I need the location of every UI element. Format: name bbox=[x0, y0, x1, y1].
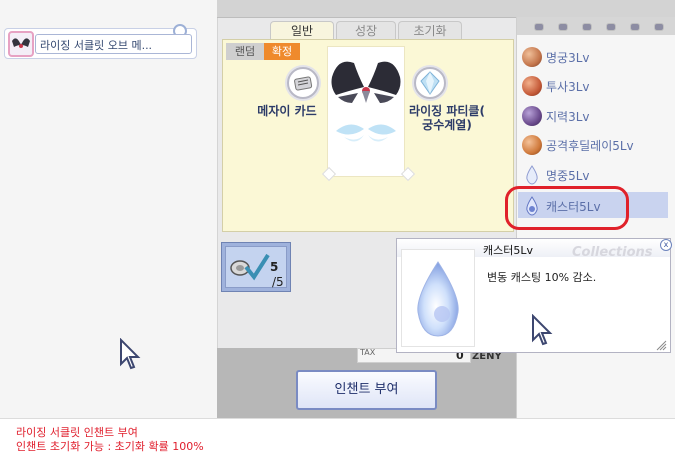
item-card[interactable]: 라이징 서클릿 오브 메... bbox=[4, 24, 197, 59]
enchant-count-total: /5 bbox=[272, 275, 284, 289]
enchant-panel: 랜덤 확정 메자이 카드 라이징 파티클(궁수계열) bbox=[222, 39, 514, 232]
mode-random-button[interactable]: 랜덤 bbox=[226, 43, 264, 60]
orb-icon bbox=[522, 106, 542, 126]
selection-highlight bbox=[505, 186, 629, 230]
check-icon bbox=[230, 253, 270, 281]
option-label: 지력3Lv bbox=[546, 110, 590, 124]
close-icon[interactable]: x bbox=[660, 239, 672, 251]
tab-reset[interactable]: 초기화 bbox=[398, 21, 462, 40]
tooltip-title: 캐스터5Lv bbox=[483, 244, 533, 257]
status-message: 인챈트 초기화 가능 : 초기화 확률 100% bbox=[16, 440, 204, 453]
option-item-intelligence[interactable]: 지력3Lv bbox=[518, 102, 668, 130]
option-item-accuracy[interactable]: 명중5Lv bbox=[518, 161, 668, 189]
card-slot-label: 메자이 카드 bbox=[257, 104, 317, 118]
option-item-fighter[interactable]: 투사3Lv bbox=[518, 72, 668, 100]
header-dot-icon bbox=[606, 23, 616, 31]
circlet-item-icon bbox=[8, 31, 34, 57]
particle-slot-label: 라이징 파티클( 궁수계열) bbox=[407, 104, 487, 132]
particle-slot-label-line2: 궁수계열) bbox=[422, 118, 472, 132]
card-slot[interactable] bbox=[287, 67, 319, 99]
mode-confirm-button[interactable]: 확정 bbox=[264, 43, 300, 60]
orb-icon bbox=[522, 76, 542, 96]
option-label: 투사3Lv bbox=[546, 80, 590, 94]
enchant-count-inner: 5 /5 bbox=[225, 246, 287, 289]
tax-label: TAX bbox=[360, 348, 376, 357]
enchant-count-button[interactable]: 5 /5 bbox=[221, 242, 291, 292]
tab-general[interactable]: 일반 bbox=[270, 21, 334, 40]
equipment-preview bbox=[327, 46, 405, 177]
enchant-count-current: 5 bbox=[270, 260, 279, 274]
header-dot-icon bbox=[558, 23, 568, 31]
enchant-button[interactable]: 인챈트 부여 bbox=[296, 370, 437, 410]
particle-slot-label-line1: 라이징 파티클( bbox=[409, 104, 485, 118]
tooltip-watermark: Collections bbox=[572, 245, 653, 260]
drop-icon bbox=[522, 165, 542, 185]
option-label: 명중5Lv bbox=[546, 169, 590, 183]
mouse-cursor-icon bbox=[120, 338, 141, 370]
left-panel bbox=[0, 0, 218, 418]
tooltip-description: 변동 캐스팅 10% 감소. bbox=[487, 271, 597, 284]
header-dot-icon bbox=[582, 23, 592, 31]
option-label: 공격후딜레이5Lv bbox=[546, 139, 634, 153]
tab-growth[interactable]: 성장 bbox=[336, 21, 396, 40]
mouse-cursor-icon bbox=[532, 314, 553, 346]
item-name: 라이징 서클릿 오브 메... bbox=[35, 34, 192, 54]
option-item-archer[interactable]: 명궁3Lv bbox=[518, 43, 668, 71]
header-dot-icon bbox=[630, 23, 640, 31]
orb-icon bbox=[522, 135, 542, 155]
header-dot-icon bbox=[654, 23, 664, 31]
resize-grip-icon[interactable] bbox=[655, 339, 667, 351]
top-strip bbox=[217, 0, 675, 17]
header-dot-icon bbox=[534, 23, 544, 31]
option-item-after-cast-delay[interactable]: 공격후딜레이5Lv bbox=[518, 131, 668, 159]
orb-icon bbox=[522, 47, 542, 67]
particle-slot[interactable] bbox=[414, 67, 446, 99]
caster-drop-image bbox=[401, 249, 475, 347]
option-label: 명궁3Lv bbox=[546, 51, 590, 65]
